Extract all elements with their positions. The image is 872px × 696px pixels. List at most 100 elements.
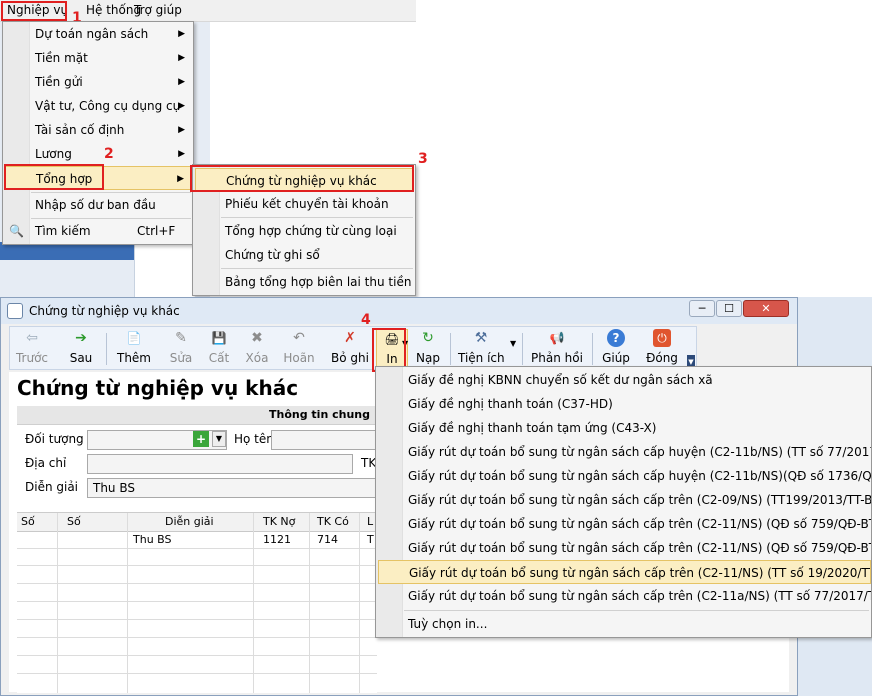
toolbar-sua-button[interactable]: ✎ Sửa bbox=[166, 329, 196, 369]
toolbar-giup-button[interactable]: ? Giúp bbox=[600, 329, 632, 369]
print-item[interactable]: Giấy đề nghị thanh toán (C37-HD) bbox=[378, 392, 871, 416]
table-row[interactable]: Thu BS 1121 714 T bbox=[17, 532, 377, 549]
grid-line bbox=[57, 513, 58, 693]
toolbar-label: Hoãn bbox=[283, 351, 315, 365]
dien-giai-input[interactable]: Thu BS bbox=[87, 478, 377, 498]
voucher-grid: Số Số Diễn giải TK Nợ TK Có L Thu BS 112… bbox=[17, 512, 377, 693]
toolbar-label: Giúp bbox=[602, 351, 630, 365]
print-item-selected[interactable]: Giấy rút dự toán bổ sung từ ngân sách cấ… bbox=[378, 560, 871, 584]
print-item[interactable]: Giấy rút dự toán bổ sung từ ngân sách cấ… bbox=[378, 464, 871, 488]
grid-line bbox=[127, 513, 128, 693]
minimize-button[interactable]: ─ bbox=[689, 300, 715, 317]
menu-tro-giup[interactable]: Trợ giúp bbox=[131, 2, 185, 18]
menu-item-tim-kiem[interactable]: 🔍 Tìm kiếm Ctrl+F bbox=[5, 219, 191, 243]
unpost-icon: ✗ bbox=[344, 330, 356, 346]
submenu-arrow-icon: ▶ bbox=[178, 53, 185, 63]
print-item[interactable]: Giấy rút dự toán bổ sung từ ngân sách cấ… bbox=[378, 512, 871, 536]
menu-item-label: Tiền mặt bbox=[35, 51, 88, 65]
print-item-label: Giấy rút dự toán bổ sung từ ngân sách cấ… bbox=[408, 589, 871, 603]
help-icon: ? bbox=[607, 329, 625, 347]
dropdown-chevron-icon[interactable]: ▼ bbox=[212, 431, 226, 447]
submenu-item-phieu-ket-chuyen[interactable]: Phiếu kết chuyển tài khoản bbox=[195, 192, 413, 216]
toolbar-label: Tiện ích bbox=[458, 351, 505, 365]
toolbar-label: Trước bbox=[15, 351, 49, 365]
menu-item-tai-san-co-dinh[interactable]: Tài sản cố định ▶ bbox=[5, 118, 191, 142]
annotation-box-3 bbox=[190, 165, 414, 192]
toolbar-label: Đóng bbox=[646, 351, 678, 365]
print-item[interactable]: Giấy đề nghị KBNN chuyển số kết dư ngân … bbox=[378, 368, 871, 392]
edit-icon: ✎ bbox=[175, 330, 187, 346]
toolbar-dong-button[interactable]: ⏻ Đóng bbox=[642, 329, 682, 369]
menu-item-luong[interactable]: Lương ▶ bbox=[5, 142, 191, 166]
annotation-box-1 bbox=[1, 1, 67, 21]
print-item[interactable]: Giấy rút dự toán bổ sung từ ngân sách cấ… bbox=[378, 488, 871, 512]
toolbar-bo-ghi-button[interactable]: ✗ Bỏ ghi bbox=[330, 329, 370, 369]
grid-line bbox=[253, 513, 254, 693]
menu-item-label: Nhập số dư ban đầu bbox=[35, 198, 156, 212]
grid-line bbox=[17, 655, 377, 656]
menu-item-nhap-so-du[interactable]: Nhập số dư ban đầu bbox=[5, 193, 191, 217]
grid-line bbox=[17, 673, 377, 674]
print-item[interactable]: Giấy đề nghị thanh toán tạm ứng (C43-X) bbox=[378, 416, 871, 440]
print-item-label: Giấy rút dự toán bổ sung từ ngân sách cấ… bbox=[408, 469, 871, 483]
cell-tk-no: 1121 bbox=[263, 533, 291, 546]
form-heading: Chứng từ nghiệp vụ khác bbox=[17, 376, 299, 400]
column-header: TK Nợ bbox=[263, 515, 296, 528]
toolbar-truoc-button[interactable]: ⇦ Trước bbox=[14, 329, 50, 369]
column-header: Số bbox=[67, 515, 81, 528]
background-grid bbox=[134, 242, 195, 297]
menu-item-label: Dự toán ngân sách bbox=[35, 27, 149, 41]
toolbar-them-button[interactable]: 📄 Thêm bbox=[114, 329, 154, 369]
print-item-label: Giấy rút dự toán bổ sung từ ngân sách cấ… bbox=[409, 566, 871, 580]
toolbar-phan-hoi-button[interactable]: 📢 Phản hồi bbox=[530, 329, 584, 369]
print-item[interactable]: Giấy rút dự toán bổ sung từ ngân sách cấ… bbox=[378, 440, 871, 464]
ho-ten-input[interactable] bbox=[271, 430, 377, 450]
submenu-arrow-icon: ▶ bbox=[178, 101, 185, 111]
submenu-item-bang-tong-hop-bien-lai[interactable]: Bảng tổng hợp biên lai thu tiền bbox=[195, 270, 413, 294]
print-item[interactable]: Giấy rút dự toán bổ sung từ ngân sách cấ… bbox=[378, 584, 871, 608]
print-item[interactable]: Giấy rút dự toán bổ sung từ ngân sách cấ… bbox=[378, 536, 871, 560]
toolbar-tien-ich-button[interactable]: ⚒ Tiện ích bbox=[458, 329, 505, 369]
print-item-label: Giấy đề nghị thanh toán (C37-HD) bbox=[408, 397, 613, 411]
menu-item-label: Phiếu kết chuyển tài khoản bbox=[225, 197, 389, 211]
toolbar-separator bbox=[592, 333, 593, 365]
grid-line bbox=[17, 565, 377, 566]
menu-item-tien-mat[interactable]: Tiền mặt ▶ bbox=[5, 46, 191, 70]
dia-chi-input[interactable] bbox=[87, 454, 353, 474]
menu-item-label: Lương bbox=[35, 147, 72, 161]
app-icon bbox=[7, 303, 23, 319]
maximize-button[interactable]: ☐ bbox=[716, 300, 742, 317]
search-icon: 🔍 bbox=[9, 224, 24, 238]
arrow-left-icon: ⇦ bbox=[26, 330, 38, 346]
annotation-box-2 bbox=[4, 164, 104, 190]
toolbar-label: Cất bbox=[208, 351, 230, 365]
toolbar-separator bbox=[106, 333, 107, 365]
toolbar-nap-button[interactable]: ↻ Nạp bbox=[414, 329, 442, 369]
menu-item-label: Tìm kiếm bbox=[35, 224, 91, 238]
section-title: Thông tin chung bbox=[269, 408, 371, 421]
grid-line bbox=[17, 619, 377, 620]
menu-item-label: Chứng từ ghi sổ bbox=[225, 248, 320, 262]
toolbar-cat-button[interactable]: 💾 Cất bbox=[204, 329, 234, 369]
grid-line bbox=[359, 513, 360, 693]
menu-item-vat-tu[interactable]: Vật tư, Công cụ dụng cụ ▶ bbox=[5, 94, 191, 118]
chevron-down-icon[interactable]: ▼ bbox=[510, 339, 516, 348]
dia-chi-label: Địa chỉ bbox=[25, 456, 67, 470]
window-titlebar: Chứng từ nghiệp vụ khác ─ ☐ ✕ bbox=[1, 298, 797, 324]
menu-item-tien-gui[interactable]: Tiền gửi ▶ bbox=[5, 70, 191, 94]
submenu-item-chung-tu-ghi-so[interactable]: Chứng từ ghi sổ bbox=[195, 243, 413, 267]
toolbar-hoan-button[interactable]: ↶ Hoãn bbox=[282, 329, 316, 369]
grid-line bbox=[17, 601, 377, 602]
toolbar-xoa-button[interactable]: ✖ Xóa bbox=[242, 329, 272, 369]
grid-header: Số Số Diễn giải TK Nợ TK Có L bbox=[17, 513, 377, 532]
menu-separator bbox=[221, 268, 413, 269]
submenu-item-tong-hop-chung-tu[interactable]: Tổng hợp chứng từ cùng loại bbox=[195, 219, 413, 243]
add-icon[interactable]: + bbox=[193, 431, 209, 447]
cell-l: T bbox=[367, 533, 374, 546]
close-button[interactable]: ✕ bbox=[743, 300, 789, 317]
menu-item-du-toan-ngan-sach[interactable]: Dự toán ngân sách ▶ bbox=[5, 22, 191, 46]
toolbar-sau-button[interactable]: ➔ Sau bbox=[64, 329, 98, 369]
column-header: Số bbox=[21, 515, 35, 528]
print-options-item[interactable]: Tuỳ chọn in... bbox=[378, 612, 871, 636]
column-header: Diễn giải bbox=[165, 515, 214, 528]
